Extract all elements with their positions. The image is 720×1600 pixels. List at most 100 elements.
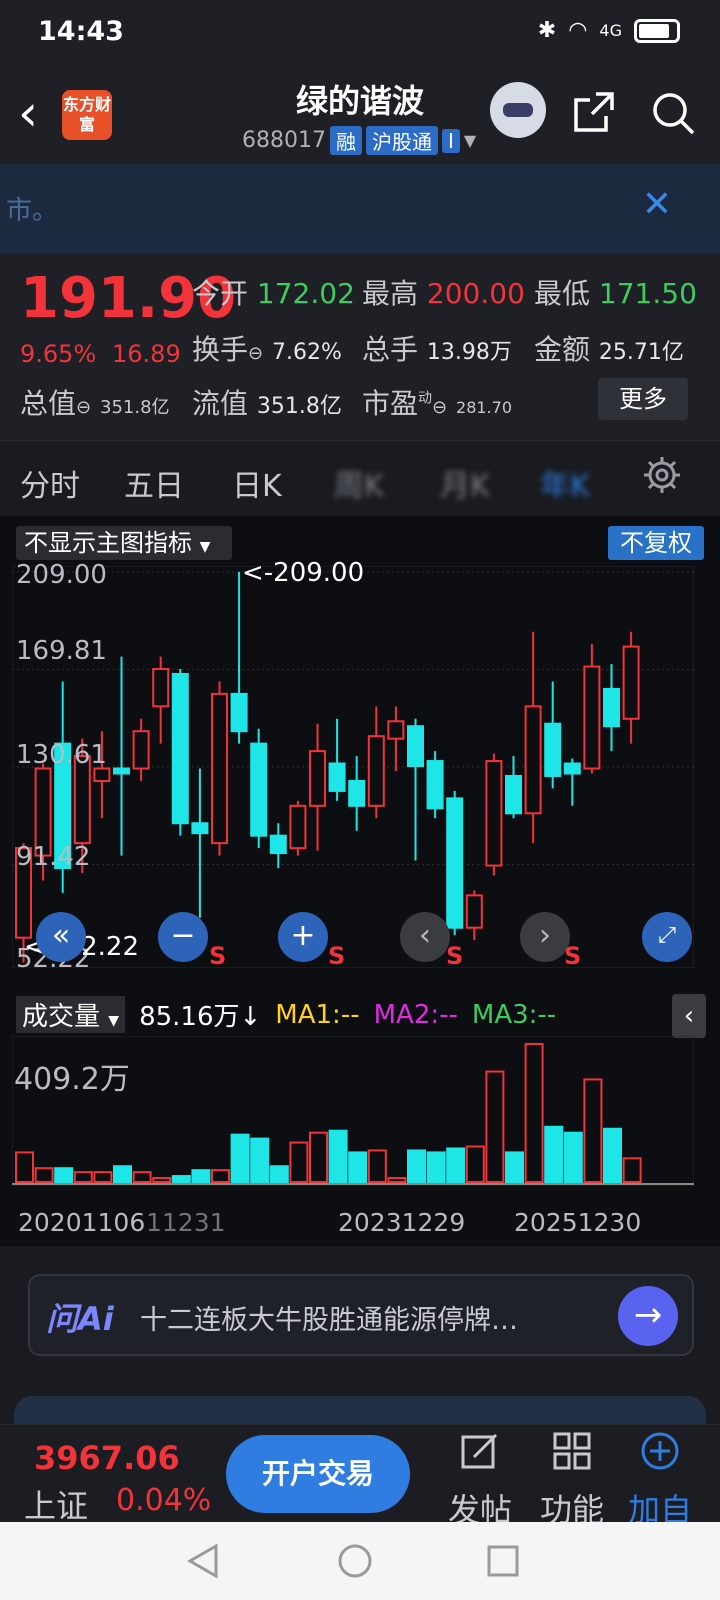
change-percent: 9.65% — [20, 340, 97, 368]
candle-body — [544, 722, 562, 777]
caret-down-icon: ▼ — [199, 539, 211, 555]
ma1-label: MA1:-- — [275, 999, 360, 1030]
bluetooth-icon: ✱ — [537, 18, 557, 43]
volume-stat: 总手 13.98万 — [362, 328, 512, 368]
tab-daily[interactable]: 日K — [232, 461, 282, 505]
volume-bar — [505, 1151, 524, 1183]
volume-select[interactable]: 成交量 ▼ — [16, 996, 126, 1033]
high-stat: 最高 200.00 — [362, 272, 525, 312]
turnover-stat[interactable]: 换手⊖ 7.62% — [192, 328, 342, 368]
pe-stat[interactable]: 市盈动⊖ 281.70 — [362, 382, 512, 422]
candle-body — [250, 742, 268, 837]
tab-monthly[interactable]: 月K — [440, 461, 490, 505]
more-button[interactable]: 更多 — [598, 378, 688, 420]
info-icon[interactable]: ⊖ — [248, 343, 263, 364]
max-price-annotation: <-209.00 — [242, 558, 365, 588]
post-button[interactable]: 发帖 — [444, 1431, 516, 1531]
turnover-value: 7.62% — [272, 340, 342, 365]
zoom-out-button[interactable]: − — [158, 912, 208, 962]
gear-icon[interactable] — [640, 453, 684, 497]
candle-body — [132, 730, 150, 770]
volume-legend: 成交量 ▼ 85.16万↓ MA1:-- MA2:-- MA3:-- — [16, 996, 556, 1033]
volume-bar — [15, 1151, 34, 1183]
adjust-toggle[interactable]: 不复权 — [608, 526, 704, 560]
volume-bar — [407, 1149, 426, 1183]
volume-bar — [622, 1157, 642, 1184]
volume-bar — [446, 1147, 466, 1183]
candle-body — [465, 894, 483, 929]
candlestick-chart[interactable] — [12, 566, 694, 968]
pe-label: 市盈 — [362, 387, 419, 420]
nav-recents-icon[interactable] — [486, 1544, 520, 1578]
index-name[interactable]: 上证 — [24, 1481, 88, 1527]
index-change[interactable]: 0.04% — [116, 1483, 211, 1518]
ai-suggestion[interactable]: 十二连板大牛股胜通能源停牌… — [140, 1298, 518, 1337]
candle-body — [603, 687, 620, 728]
quote-panel: 191.90 9.65% 16.89 今开 172.02 最高 200.00 最… — [0, 254, 720, 440]
ai-robot-icon[interactable] — [490, 82, 546, 138]
volume-max-label: 409.2万 — [14, 1062, 130, 1097]
battery-icon — [634, 18, 680, 43]
fullscreen-button[interactable]: ⤢ — [642, 912, 692, 962]
candle-body — [446, 797, 464, 929]
tab-yearly[interactable]: 年K — [540, 461, 590, 505]
bottom-bar: 3967.06 上证 0.04% 开户交易 发帖 功能 加自 — [0, 1424, 720, 1529]
indicator-select[interactable]: 不显示主图指标 ▼ — [16, 526, 232, 560]
tab-5day[interactable]: 五日 — [124, 461, 184, 505]
candle-body — [348, 779, 366, 807]
volume-bar — [113, 1165, 132, 1184]
sell-marker: S — [564, 942, 582, 970]
share-icon[interactable] — [572, 90, 616, 134]
change-amount: 16.89 — [112, 340, 181, 368]
search-icon[interactable] — [650, 90, 696, 136]
prev-button[interactable]: ‹ — [400, 912, 450, 962]
close-icon[interactable]: ✕ — [642, 184, 672, 225]
signal-icon: 4G — [599, 21, 622, 40]
notice-banner[interactable]: 市。 ✕ — [0, 164, 720, 254]
ai-question-bar[interactable]: 问Ai 十二连板大牛股胜通能源停牌… → — [28, 1274, 694, 1356]
volume-bar — [34, 1167, 54, 1183]
index-value[interactable]: 3967.06 — [34, 1439, 180, 1477]
volume-bar — [171, 1175, 191, 1183]
next-button[interactable]: › — [520, 912, 570, 962]
mktcap-stat[interactable]: 总值⊖ 351.8亿 — [20, 382, 170, 422]
zoom-in-button[interactable]: + — [278, 912, 328, 962]
arrow-right-icon[interactable]: → — [618, 1286, 678, 1346]
nav-home-icon[interactable] — [336, 1542, 374, 1580]
margin-tag: 融 — [329, 126, 362, 155]
tab-weekly[interactable]: 周K — [334, 461, 384, 505]
info-icon[interactable]: ⊖ — [432, 397, 447, 418]
open-stat: 今开 172.02 — [192, 272, 355, 312]
y-axis-label: 169.81 — [16, 636, 107, 666]
candle-body — [505, 774, 522, 815]
add-circle-icon — [641, 1432, 679, 1470]
volume-bar — [211, 1169, 230, 1184]
open-account-button[interactable]: 开户交易 — [226, 1435, 410, 1513]
period-tabs: 分时 五日 日K 周K 月K 年K — [0, 440, 720, 516]
candle-body — [113, 767, 130, 775]
turnover-label: 换手 — [192, 333, 249, 366]
nav-back-icon[interactable] — [186, 1542, 220, 1580]
ai-logo: 问Ai — [46, 1300, 114, 1338]
add-watchlist-button[interactable]: 加自 — [624, 1431, 696, 1531]
more-tag: I — [441, 128, 460, 153]
caret-down-icon: ▼ — [463, 131, 477, 150]
stock-code-row[interactable]: 688017 融 沪股通 I ▼ — [242, 126, 476, 155]
function-button[interactable]: 功能 — [536, 1431, 608, 1531]
info-icon[interactable]: ⊖ — [76, 397, 91, 418]
mktcap-label: 总值 — [20, 387, 77, 420]
mktcap-value: 351.8亿 — [100, 397, 170, 418]
candle-body — [485, 760, 503, 867]
connect-tag: 沪股通 — [365, 126, 438, 155]
collapse-button[interactable]: ‹ — [672, 994, 706, 1038]
down-arrow-icon: ↓ — [239, 1002, 262, 1032]
volume-bar — [73, 1171, 93, 1183]
amount-label: 金额 — [534, 333, 591, 366]
open-label: 今开 — [192, 277, 249, 310]
candle-body — [563, 762, 581, 775]
tab-intraday[interactable]: 分时 — [20, 461, 80, 505]
jump-start-button[interactable]: « — [36, 912, 86, 962]
peek-card[interactable] — [14, 1396, 706, 1426]
volume-bar — [583, 1078, 603, 1183]
volume-bar — [426, 1151, 446, 1183]
